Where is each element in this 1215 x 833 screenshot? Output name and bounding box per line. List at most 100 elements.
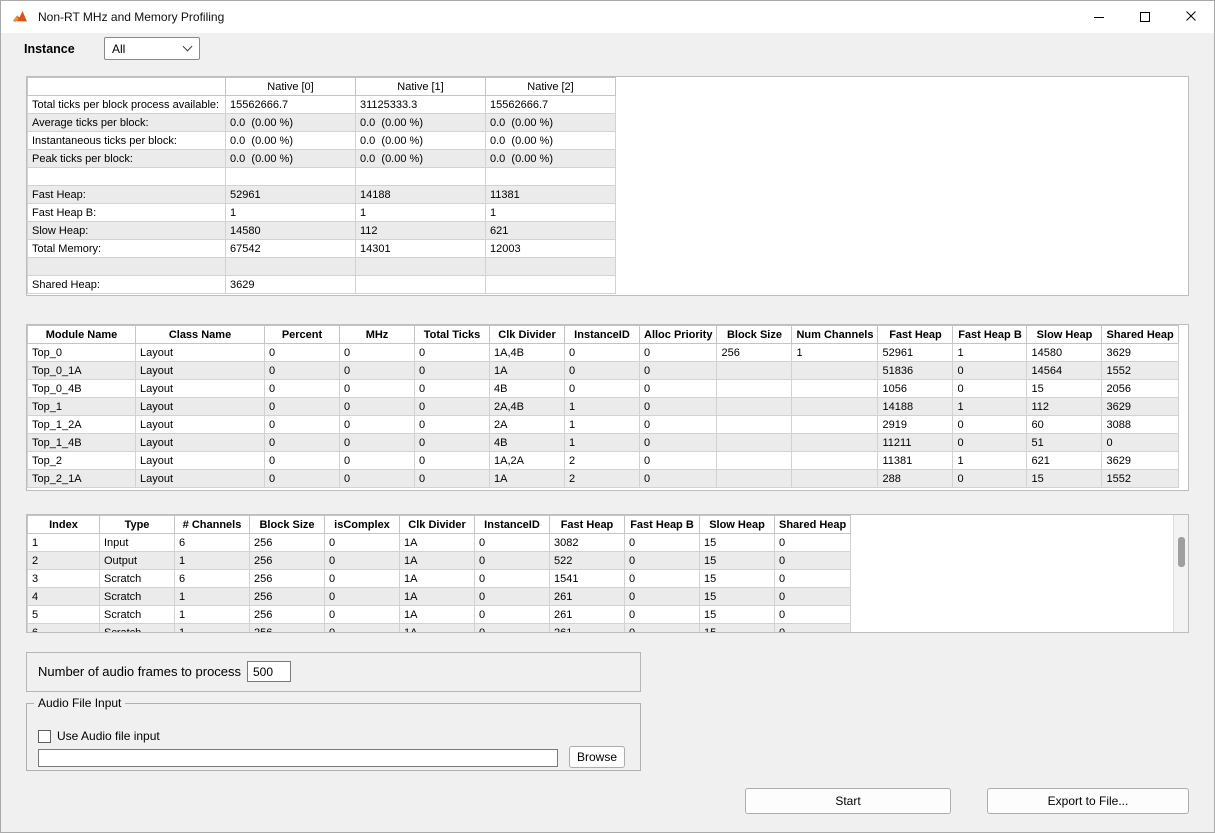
cell: 3629	[1102, 344, 1178, 362]
column-header[interactable]: Fast Heap B	[625, 516, 700, 534]
start-button[interactable]: Start	[745, 788, 951, 814]
column-header[interactable]: Fast Heap B	[953, 326, 1027, 344]
use-audio-label: Use Audio file input	[57, 729, 160, 743]
column-header[interactable]: Native [0]	[226, 78, 356, 96]
cell: 0	[775, 606, 851, 624]
column-header[interactable]: InstanceID	[565, 326, 640, 344]
table-row[interactable]: Top_0_1ALayout0001A00518360145641552	[28, 362, 1179, 380]
table-row[interactable]: Average ticks per block:0.0 (0.00 %)0.0 …	[28, 114, 616, 132]
cell: 256	[250, 552, 325, 570]
cell: 0	[325, 606, 400, 624]
cell: 0.0 (0.00 %)	[356, 150, 486, 168]
column-header[interactable]: Clk Divider	[400, 516, 475, 534]
table-row[interactable]: Total Memory:675421430112003	[28, 240, 616, 258]
cell: Scratch	[100, 588, 175, 606]
table-row[interactable]: Instantaneous ticks per block:0.0 (0.00 …	[28, 132, 616, 150]
cell: Fast Heap:	[28, 186, 226, 204]
table-row[interactable]: 5Scratch125601A02610150	[28, 606, 851, 624]
summary-panel: Native [0]Native [1]Native [2]Total tick…	[26, 76, 1189, 296]
table-row[interactable]: Top_0Layout0001A,4B002561529611145803629	[28, 344, 1179, 362]
scrollbar-thumb[interactable]	[1178, 537, 1185, 567]
column-header[interactable]: Index	[28, 516, 100, 534]
column-header[interactable]: Shared Heap	[1102, 326, 1178, 344]
table-row[interactable]: Fast Heap:529611418811381	[28, 186, 616, 204]
column-header[interactable]: Module Name	[28, 326, 136, 344]
table-row[interactable]: Slow Heap:14580112621	[28, 222, 616, 240]
cell: 261	[550, 606, 625, 624]
table-row[interactable]: 2Output125601A05220150	[28, 552, 851, 570]
table-row[interactable]: Total ticks per block process available:…	[28, 96, 616, 114]
table-row[interactable]: Shared Heap:3629	[28, 276, 616, 294]
column-header[interactable]: MHz	[340, 326, 415, 344]
table-row[interactable]: Top_0_4BLayout0004B0010560152056	[28, 380, 1179, 398]
cell	[226, 168, 356, 186]
column-header[interactable]: # Channels	[175, 516, 250, 534]
minimize-button[interactable]	[1076, 1, 1122, 33]
table-row[interactable]: Top_1Layout0002A,4B101418811123629	[28, 398, 1179, 416]
column-header[interactable]: Block Size	[250, 516, 325, 534]
table-row[interactable]: 1Input625601A030820150	[28, 534, 851, 552]
column-header[interactable]: Native [1]	[356, 78, 486, 96]
close-button[interactable]	[1168, 1, 1214, 33]
cell	[717, 380, 792, 398]
column-header[interactable]: Shared Heap	[775, 516, 851, 534]
column-header[interactable]: Total Ticks	[415, 326, 490, 344]
column-header[interactable]	[28, 78, 226, 96]
column-header[interactable]: Percent	[265, 326, 340, 344]
table-row[interactable]: 4Scratch125601A02610150	[28, 588, 851, 606]
column-header[interactable]: Clk Divider	[490, 326, 565, 344]
table-row[interactable]: 6Scratch125601A02610150	[28, 624, 851, 634]
cell: 0	[475, 534, 550, 552]
window-title: Non-RT MHz and Memory Profiling	[38, 10, 224, 24]
cell: 0	[415, 452, 490, 470]
column-header[interactable]: Type	[100, 516, 175, 534]
table-row[interactable]: Top_2_1ALayout0001A202880151552	[28, 470, 1179, 488]
cell: 0	[340, 416, 415, 434]
table-row[interactable]: Top_1_4BLayout0004B10112110510	[28, 434, 1179, 452]
export-button[interactable]: Export to File...	[987, 788, 1189, 814]
column-header[interactable]: Fast Heap	[878, 326, 953, 344]
table-row[interactable]	[28, 258, 616, 276]
frames-input[interactable]	[247, 661, 291, 682]
cell: 0	[640, 470, 717, 488]
cell: 0	[640, 362, 717, 380]
column-header[interactable]: Alloc Priority	[640, 326, 717, 344]
cell: 2919	[878, 416, 953, 434]
table-row[interactable]: Top_1_2ALayout0002A1029190603088	[28, 416, 1179, 434]
cell: 1	[565, 416, 640, 434]
vertical-scrollbar[interactable]	[1173, 515, 1188, 632]
cell: Layout	[136, 452, 265, 470]
column-header[interactable]: Slow Heap	[1027, 326, 1102, 344]
column-header[interactable]: Block Size	[717, 326, 792, 344]
column-header[interactable]: Fast Heap	[550, 516, 625, 534]
cell	[717, 398, 792, 416]
cell: 1	[175, 624, 250, 634]
cell: 0	[640, 344, 717, 362]
cell: 256	[250, 606, 325, 624]
cell: 0	[415, 380, 490, 398]
column-header[interactable]: Slow Heap	[700, 516, 775, 534]
column-header[interactable]: Num Channels	[792, 326, 878, 344]
column-header[interactable]: Native [2]	[486, 78, 616, 96]
table-row[interactable]: Peak ticks per block:0.0 (0.00 %)0.0 (0.…	[28, 150, 616, 168]
cell: 4B	[490, 434, 565, 452]
use-audio-checkbox[interactable]	[38, 730, 51, 743]
cell: 1A	[400, 534, 475, 552]
table-row[interactable]: Fast Heap B:111	[28, 204, 616, 222]
browse-button[interactable]: Browse	[569, 746, 625, 768]
table-row[interactable]: 3Scratch625601A015410150	[28, 570, 851, 588]
cell: 0	[265, 416, 340, 434]
column-header[interactable]: InstanceID	[475, 516, 550, 534]
column-header[interactable]: isComplex	[325, 516, 400, 534]
column-header[interactable]: Class Name	[136, 326, 265, 344]
table-row[interactable]	[28, 168, 616, 186]
cell: 60	[1027, 416, 1102, 434]
cell	[486, 168, 616, 186]
cell: 15	[700, 624, 775, 634]
maximize-button[interactable]	[1122, 1, 1168, 33]
cell	[792, 470, 878, 488]
instance-dropdown[interactable]: All	[104, 37, 200, 60]
audio-file-input[interactable]	[38, 749, 558, 767]
cell: 1	[953, 452, 1027, 470]
table-row[interactable]: Top_2Layout0001A,2A201138116213629	[28, 452, 1179, 470]
